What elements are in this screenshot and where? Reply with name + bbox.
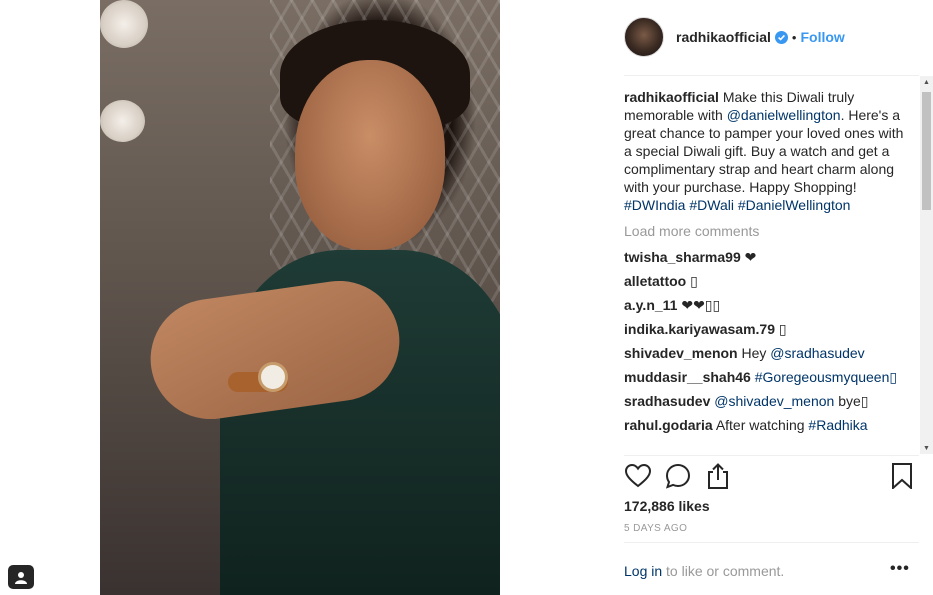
comment-row: sradhasudev @shivadev_menon bye▯ [624,392,914,410]
post-timestamp[interactable]: 5 DAYS AGO [624,523,687,534]
comment-text: ▯ [778,321,787,337]
header-username[interactable]: radhikaofficial [676,29,771,45]
footer-divider [624,542,919,543]
comment-text: After watching [715,417,805,433]
comment-text: bye▯ [838,393,869,409]
comment-username[interactable]: muddasir__shah46 [624,369,751,385]
comment-row: alletattoo ▯ [624,272,914,290]
photo-flower [100,0,148,48]
avatar[interactable] [624,17,664,57]
photo-watch-face [258,362,288,392]
verified-badge-icon [774,30,788,44]
post-side-panel: radhikaofficial • Follow radhikaofficial… [608,0,933,595]
caption-hashtag[interactable]: #DWIndia [624,197,685,213]
share-icon[interactable] [704,462,732,490]
comments-scrollbar[interactable]: ▲ ▼ [920,76,933,454]
comment-hashtag[interactable]: #Goregeousmyqueen▯ [755,369,897,385]
follow-button[interactable]: Follow [800,29,844,45]
caption-hashtag[interactable]: #DWali [689,197,734,213]
caption-mention[interactable]: @danielwellington [727,107,841,123]
caption-username[interactable]: radhikaofficial [624,89,719,105]
comment-username[interactable]: a.y.n_11 [624,297,677,313]
comment-mention[interactable]: @shivadev_menon [714,393,834,409]
comment-row: a.y.n_11 ❤❤▯▯ [624,296,914,314]
comment-username[interactable]: twisha_sharma99 [624,249,741,265]
comment-username[interactable]: indika.kariyawasam.79 [624,321,775,337]
comment-text: Hey [741,345,767,361]
comments-list[interactable]: radhikaofficial Make this Diwali truly m… [624,88,914,454]
scrollbar-thumb[interactable] [922,92,931,210]
caption-hashtag[interactable]: #DanielWellington [738,197,851,213]
comment-text: ❤ [744,249,757,265]
comment-row: muddasir__shah46 #Goregeousmyqueen▯ [624,368,914,386]
header-divider [624,75,919,76]
login-link[interactable]: Log in [624,563,662,579]
comment-mention[interactable]: @sradhasudev [770,345,864,361]
header-separator: • [791,29,797,45]
post-photo[interactable] [100,0,500,595]
post-header: radhikaofficial • Follow [624,17,924,57]
load-more-comments-button[interactable]: Load more comments [624,222,914,240]
comment-row: twisha_sharma99 ❤ [624,248,914,266]
comments-divider [624,455,919,456]
photo-flower [100,100,145,142]
more-options-button[interactable]: ••• [890,560,910,578]
scroll-up-arrow-icon[interactable]: ▲ [920,76,933,88]
comment-hashtag[interactable]: #Radhika [808,417,867,433]
scroll-down-arrow-icon[interactable]: ▼ [920,442,933,454]
tag-people-icon[interactable] [8,565,34,589]
photo-face [295,60,445,250]
comment-icon[interactable] [664,462,692,490]
comment-row: rahul.godaria After watching #Radhika [624,416,914,434]
login-prompt-text: to like or comment. [666,563,785,579]
comment-username[interactable]: alletattoo [624,273,686,289]
post-actions [624,462,919,492]
comment-text: ▯ [690,273,698,289]
comment-username[interactable]: sradhasudev [624,393,710,409]
comment-text: ❤❤▯▯ [681,297,721,313]
comment-row: shivadev_menon Hey @sradhasudev [624,344,914,362]
login-prompt: Log in to like or comment. [624,563,784,579]
comment-username[interactable]: rahul.godaria [624,417,713,433]
likes-count[interactable]: 172,886 likes [624,498,710,514]
comment-row: indika.kariyawasam.79 ▯ [624,320,914,338]
bookmark-icon[interactable] [888,462,916,490]
comment-username[interactable]: shivadev_menon [624,345,738,361]
heart-icon[interactable] [624,462,652,490]
post-caption: radhikaofficial Make this Diwali truly m… [624,88,914,214]
